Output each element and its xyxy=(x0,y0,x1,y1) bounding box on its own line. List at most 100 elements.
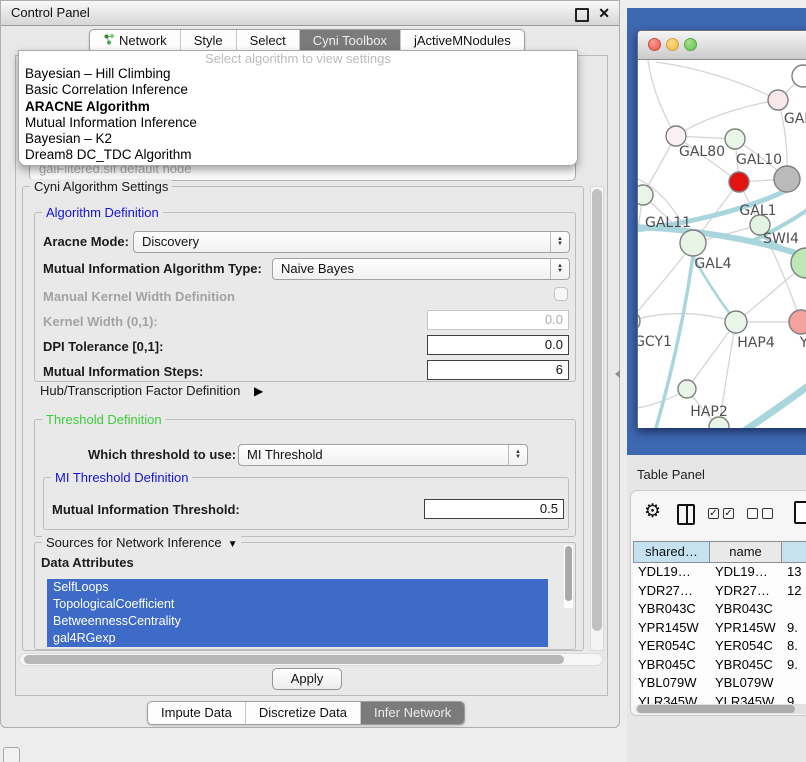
table-cell: 9. xyxy=(782,619,806,638)
network-node[interactable] xyxy=(774,166,800,192)
table-row[interactable]: YLR345WYLR345W9. xyxy=(633,693,806,705)
kernel-width-field[interactable]: 0.0 xyxy=(427,310,569,330)
network-canvas[interactable]: GALGAL80GAL10GAL1GAL11SWI4GAL4GCY1HAP4YH… xyxy=(638,60,806,428)
network-node-gal80[interactable] xyxy=(666,126,686,146)
mi-algorithm-type-combobox[interactable]: Naive Bayes ▲▼ xyxy=(272,258,570,280)
mac-zoom-icon[interactable] xyxy=(684,38,697,51)
network-node-gal10[interactable] xyxy=(725,129,745,149)
dpi-tolerance-label: DPI Tolerance [0,1]: xyxy=(43,339,163,354)
attribute-item-betweennesscentrality[interactable]: BetweennessCentrality xyxy=(47,613,548,630)
tab-label: Network xyxy=(119,30,167,52)
table-row[interactable]: YER054CYER054C8. xyxy=(633,637,806,656)
gear-icon[interactable]: ⚙ xyxy=(644,500,661,523)
table-header-row: shared…nameA xyxy=(633,541,806,563)
tab-jactivemnodules[interactable]: jActiveMNodules xyxy=(400,30,524,52)
network-node-hap2[interactable] xyxy=(678,380,696,398)
columns-icon[interactable] xyxy=(677,504,695,525)
mi-threshold-field[interactable]: 0.5 xyxy=(424,499,564,519)
network-node-hap4[interactable] xyxy=(725,311,747,333)
manual-kernel-width-checkbox[interactable] xyxy=(554,287,568,301)
table-row[interactable]: YDR27…YDR27…12 xyxy=(633,582,806,601)
checkbox-checked-icon[interactable]: ✓ xyxy=(708,508,719,519)
close-icon[interactable]: ✕ xyxy=(598,1,610,25)
attribute-item-selfloops[interactable]: SelfLoops xyxy=(47,579,548,596)
float-window-icon[interactable] xyxy=(575,8,589,22)
which-threshold-combobox[interactable]: MI Threshold ▲▼ xyxy=(238,444,528,466)
aracne-mode-label: Aracne Mode: xyxy=(43,234,129,249)
algorithm-definition-group: Algorithm Definition Aracne Mode: Discov… xyxy=(34,212,576,382)
attributes-scrollbar[interactable] xyxy=(564,545,573,608)
tab-style[interactable]: Style xyxy=(180,30,236,52)
control-panel-titlebar: Control Panel ✕ xyxy=(1,1,619,26)
table-row[interactable]: YPR145WYPR145W9. xyxy=(633,619,806,638)
settings-hscroll-thumb[interactable] xyxy=(24,655,564,664)
data-attributes-label: Data Attributes xyxy=(41,555,134,570)
tab-label: Select xyxy=(250,30,286,52)
mac-minimize-icon[interactable] xyxy=(666,38,679,51)
network-node-y[interactable] xyxy=(789,310,806,334)
collapsed-panel-icon[interactable] xyxy=(3,747,20,762)
expand-arrow-icon[interactable]: ▶ xyxy=(254,384,263,398)
tab-select[interactable]: Select xyxy=(236,30,299,52)
checkbox-unchecked-icon[interactable] xyxy=(747,508,758,519)
network-node-gal1[interactable] xyxy=(729,172,749,192)
checkbox-unchecked-icon[interactable] xyxy=(762,508,773,519)
mi-threshold-label: Mutual Information Threshold: xyxy=(52,502,240,517)
table-horizontal-scrollbar[interactable] xyxy=(635,704,806,714)
mi-steps-field[interactable]: 6 xyxy=(427,360,569,380)
dpi-tolerance-field[interactable]: 0.0 xyxy=(427,335,569,355)
apply-button[interactable]: Apply xyxy=(272,668,342,690)
combo-arrows-icon: ▲▼ xyxy=(550,259,569,279)
attribute-item-gal4rgexp[interactable]: gal4RGexp xyxy=(47,630,548,647)
aracne-mode-combobox[interactable]: Discovery ▲▼ xyxy=(133,231,570,253)
tab-network[interactable]: Network xyxy=(90,30,180,52)
table-cell xyxy=(782,674,806,693)
tab-cyni-toolbox[interactable]: Cyni Toolbox xyxy=(299,30,400,52)
panel-splitter-handle-icon[interactable] xyxy=(615,370,620,378)
algorithm-option-aracne-algorithm[interactable]: ARACNE Algorithm xyxy=(19,99,577,115)
algorithm-option-mutual-information-inference[interactable]: Mutual Information Inference xyxy=(19,115,577,131)
table-cell: YPR145W xyxy=(710,619,782,638)
algorithm-option-bayesian-hill-climbing[interactable]: Bayesian – Hill Climbing xyxy=(19,66,577,82)
node-label-gcy1: GCY1 xyxy=(638,334,672,350)
tab-impute-data[interactable]: Impute Data xyxy=(148,702,245,724)
column-header-a[interactable]: A xyxy=(782,541,806,563)
column-header-shared[interactable]: shared… xyxy=(633,541,710,563)
network-node-gal[interactable] xyxy=(768,90,788,110)
settings-horizontal-scrollbar[interactable] xyxy=(19,653,603,666)
algorithm-option-bayesian-k2[interactable]: Bayesian – K2 xyxy=(19,131,577,147)
settings-vscroll-thumb[interactable] xyxy=(592,189,602,631)
network-node-gcy1[interactable] xyxy=(638,311,640,331)
algorithm-option-dream8-dc-tdc-algorithm[interactable]: Dream8 DC_TDC Algorithm xyxy=(19,147,577,163)
attributes-scroll-thumb[interactable] xyxy=(565,546,572,601)
tab-discretize-data[interactable]: Discretize Data xyxy=(245,702,360,724)
table-hscroll-thumb[interactable] xyxy=(637,705,795,713)
node-table[interactable]: shared…nameAYDL19…YDL19…13YDR27…YDR27…12… xyxy=(633,541,806,704)
table-row[interactable]: YBR045CYBR045C9. xyxy=(633,656,806,675)
attribute-item-topologicalcoefficient[interactable]: TopologicalCoefficient xyxy=(47,596,548,613)
hub-transcription-factor-section[interactable]: Hub/Transcription Factor Definition ▶ xyxy=(40,383,263,398)
table-row[interactable]: YDL19…YDL19…13 xyxy=(633,563,806,582)
mac-close-icon[interactable] xyxy=(648,38,661,51)
cyni-algorithm-settings-title: Cyni Algorithm Settings xyxy=(30,179,172,194)
settings-vertical-scrollbar[interactable] xyxy=(590,186,604,651)
algorithm-definition-title: Algorithm Definition xyxy=(42,205,163,220)
checkbox-checked-icon[interactable]: ✓ xyxy=(723,508,734,519)
table-row[interactable]: YBR043CYBR043C xyxy=(633,600,806,619)
algorithm-option-basic-correlation-inference[interactable]: Basic Correlation Inference xyxy=(19,82,577,98)
table-row[interactable]: YBL079WYBL079W xyxy=(633,674,806,693)
column-header-name[interactable]: name xyxy=(710,541,782,563)
data-attributes-list[interactable]: SelfLoopsTopologicalCoefficientBetweenne… xyxy=(47,579,548,647)
network-node-gal4[interactable] xyxy=(680,230,706,256)
sources-title[interactable]: Sources for Network Inference▼ xyxy=(42,535,241,550)
network-icon xyxy=(103,30,115,52)
node-label-gal4: GAL4 xyxy=(694,256,731,272)
threshold-definition-group: Threshold Definition Which threshold to … xyxy=(34,419,576,537)
network-node-gal11[interactable] xyxy=(638,185,653,205)
mi-steps-label: Mutual Information Steps: xyxy=(43,364,203,379)
document-icon[interactable] xyxy=(794,501,806,524)
control-panel-title: Control Panel xyxy=(11,5,90,20)
network-graph[interactable]: GALGAL80GAL10GAL1GAL11SWI4GAL4GCY1HAP4YH… xyxy=(638,60,806,428)
tab-infer-network[interactable]: Infer Network xyxy=(360,702,464,724)
collapse-arrow-icon[interactable]: ▼ xyxy=(228,539,238,550)
